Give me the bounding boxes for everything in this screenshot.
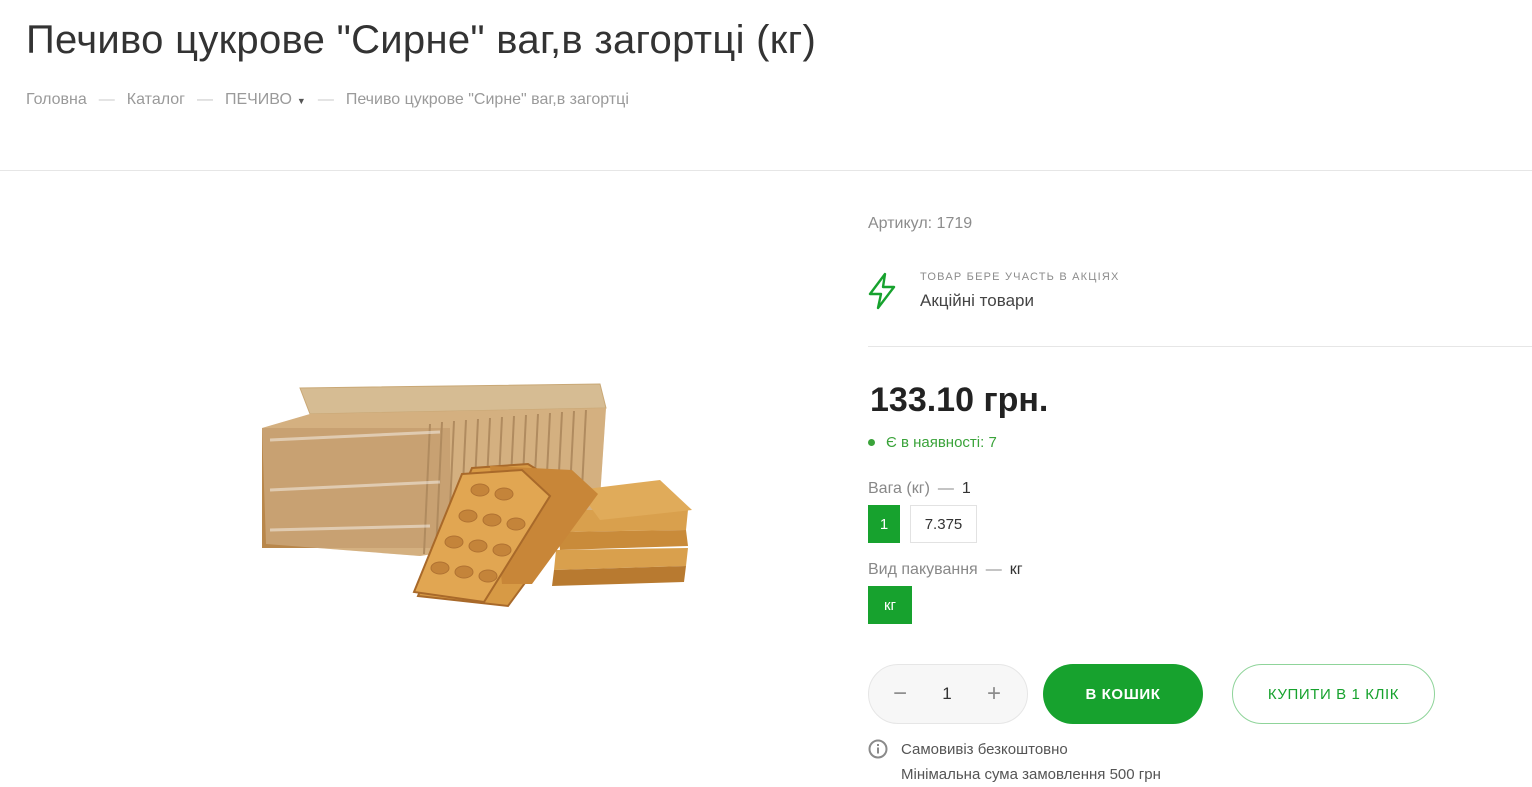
breadcrumb-home[interactable]: Головна: [26, 91, 87, 109]
product-article: Артикул: 1719: [868, 215, 973, 232]
weight-option-2[interactable]: 7.375: [910, 505, 977, 543]
delivery-pickup-text: Самовивіз безкоштовно: [901, 741, 1068, 758]
weight-dash: —: [937, 480, 954, 497]
product-price: 133.10 грн.: [870, 381, 1049, 419]
packaging-selected-value: кг: [1009, 561, 1023, 578]
breadcrumb-separator: —: [196, 91, 213, 108]
weight-option-label: Вага (кг) — 1: [868, 480, 971, 498]
promo-caption: ТОВАР БЕРЕ УЧАСТЬ В АКЦІЯХ: [920, 271, 1120, 283]
weight-option-1[interactable]: 1: [868, 505, 900, 543]
quantity-input[interactable]: 1: [927, 684, 967, 704]
breadcrumb: Головна — Каталог — ПЕЧИВО ▼ — Печиво цук…: [26, 91, 629, 109]
promo-link[interactable]: Акційні товари: [920, 291, 1034, 311]
info-icon: [868, 739, 888, 759]
breadcrumb-catalog[interactable]: Каталог: [127, 91, 185, 109]
weight-selected-value: 1: [961, 480, 971, 497]
caret-down-icon: ▼: [296, 96, 306, 106]
decrement-button[interactable]: −: [885, 679, 915, 709]
breadcrumb-category[interactable]: ПЕЧИВО ▼: [225, 91, 306, 109]
breadcrumb-category-label: ПЕЧИВО: [224, 91, 292, 108]
breadcrumb-current: Печиво цукрове "Сирне" ваг,в загортці: [345, 91, 629, 108]
page-title: Печиво цукрове "Сирне" ваг,в загортці (к…: [26, 18, 817, 62]
add-to-cart-button[interactable]: В КОШИК: [1043, 664, 1203, 724]
packaging-option-kg[interactable]: кг: [868, 586, 912, 624]
quantity-stepper: − 1 +: [868, 664, 1028, 724]
stock-text: Є в наявності: 7: [886, 434, 997, 451]
status-dot-icon: [868, 439, 875, 446]
packaging-dash: —: [985, 561, 1002, 578]
product-image[interactable]: [240, 370, 710, 620]
lightning-icon: [866, 272, 898, 310]
packaging-option-label: Вид пакування — кг: [868, 561, 1023, 579]
cookies-illustration: [262, 383, 692, 608]
breadcrumb-separator: —: [317, 91, 334, 108]
increment-button[interactable]: +: [979, 679, 1009, 709]
weight-label: Вага (кг): [868, 480, 930, 497]
packaging-label: Вид пакування: [868, 561, 978, 578]
buy-one-click-button[interactable]: КУПИТИ В 1 КЛІК: [1232, 664, 1435, 724]
stock-status: Є в наявності: 7: [868, 434, 997, 451]
breadcrumb-separator: —: [98, 91, 115, 108]
minimum-order-text: Мінімальна сума замовлення 500 грн: [901, 766, 1161, 783]
section-divider: [868, 346, 1532, 347]
header-divider: [0, 170, 1532, 171]
